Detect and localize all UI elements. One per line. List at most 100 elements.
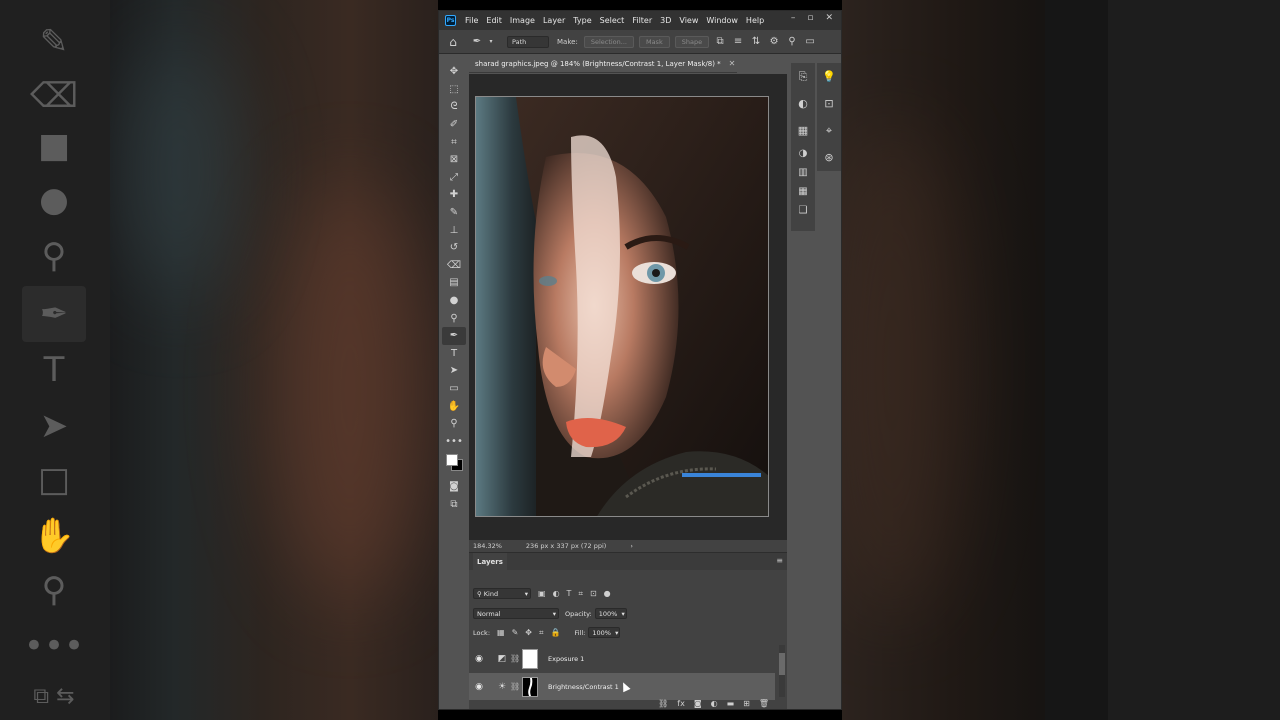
- close-tab-icon[interactable]: ✕: [729, 59, 736, 68]
- adjustment-filter-icon[interactable]: ◐: [553, 589, 560, 598]
- search-icon[interactable]: ⚲: [786, 36, 798, 48]
- menu-view[interactable]: View: [679, 16, 698, 25]
- menu-3d[interactable]: 3D: [660, 16, 671, 25]
- quick-select-icon[interactable]: ✐: [442, 116, 466, 134]
- layer-mask-thumbnail[interactable]: [522, 648, 538, 669]
- zoom-level[interactable]: 184.32%: [473, 542, 502, 550]
- swatches-icon[interactable]: ▦: [791, 117, 815, 144]
- home-icon[interactable]: ⌂: [447, 35, 459, 49]
- type-filter-icon[interactable]: T: [567, 589, 572, 598]
- menu-select[interactable]: Select: [600, 16, 625, 25]
- learn-icon[interactable]: 💡: [817, 63, 841, 90]
- lock-transparency-icon[interactable]: ▦: [497, 628, 505, 637]
- layer-row-exposure[interactable]: ◉ ◩ ⛓ Exposure 1: [469, 645, 775, 672]
- menu-edit[interactable]: Edit: [486, 16, 502, 25]
- pen-tool-preset-icon[interactable]: ✒: [471, 36, 483, 48]
- close-icon[interactable]: ✕: [825, 13, 833, 23]
- path-alignment-icon[interactable]: ≡: [732, 36, 744, 48]
- layer-mask-thumbnail[interactable]: [522, 676, 538, 697]
- adjustments-icon[interactable]: ◑: [791, 144, 815, 163]
- history-icon[interactable]: ⎘: [791, 63, 815, 90]
- menu-type[interactable]: Type: [573, 16, 591, 25]
- link-chain-icon[interactable]: ⛓: [510, 654, 520, 663]
- delete-layer-icon[interactable]: 🗑: [759, 699, 769, 708]
- more-icon[interactable]: •••: [442, 432, 466, 450]
- color-icon[interactable]: ◐: [791, 90, 815, 117]
- lock-position-icon[interactable]: ✥: [525, 628, 532, 637]
- menu-filter[interactable]: Filter: [632, 16, 652, 25]
- properties-icon[interactable]: ⊡: [817, 90, 841, 117]
- menu-file[interactable]: File: [465, 16, 478, 25]
- paths-icon[interactable]: ⌖: [817, 117, 841, 144]
- eraser-icon[interactable]: ⌫: [442, 257, 466, 275]
- opacity-input[interactable]: 100% ▾: [594, 608, 627, 619]
- menu-window[interactable]: Window: [706, 16, 738, 25]
- hand-icon[interactable]: ✋: [442, 397, 466, 415]
- type-icon[interactable]: T: [442, 345, 466, 363]
- dodge-icon[interactable]: ⚲: [442, 309, 466, 327]
- menu-image[interactable]: Image: [510, 16, 535, 25]
- new-adjustment-icon[interactable]: ◐: [711, 699, 718, 708]
- new-layer-icon[interactable]: ⊞: [743, 699, 750, 708]
- document-tab[interactable]: sharad graphics.jpeg @ 184% (Brightness/…: [469, 55, 737, 73]
- layers-scrollbar[interactable]: [779, 645, 785, 697]
- filter-kind-select[interactable]: ⚲ Kind ▾: [473, 588, 531, 599]
- filter-toggle-icon[interactable]: ●: [604, 589, 611, 598]
- add-mask-icon[interactable]: ◙: [694, 699, 702, 708]
- gradient-icon[interactable]: ▤: [442, 274, 466, 292]
- blend-mode-select[interactable]: Normal ▾: [473, 608, 559, 619]
- blur-icon[interactable]: ●: [442, 292, 466, 310]
- zoom-icon[interactable]: ⚲: [442, 415, 466, 433]
- panel-menu-icon[interactable]: ≡: [776, 556, 783, 565]
- document-image[interactable]: [475, 96, 769, 517]
- lock-all-icon[interactable]: 🔒: [551, 628, 561, 637]
- menu-help[interactable]: Help: [746, 16, 764, 25]
- visibility-eye-icon[interactable]: ◉: [469, 654, 489, 664]
- libraries-icon[interactable]: ❑: [791, 201, 815, 220]
- fill-input[interactable]: 100% ▾: [588, 627, 621, 638]
- layers-tab[interactable]: Layers: [473, 553, 507, 570]
- crop-icon[interactable]: ⌗: [442, 133, 466, 151]
- minimize-icon[interactable]: –: [791, 13, 796, 23]
- patterns-icon[interactable]: ▦: [791, 182, 815, 201]
- make-mask-button[interactable]: Mask: [638, 35, 670, 48]
- lock-artboard-icon[interactable]: ⌗: [539, 628, 544, 638]
- path-select-icon[interactable]: ➤: [442, 362, 466, 380]
- gradients-icon[interactable]: ▥: [791, 163, 815, 182]
- path-arrangement-icon[interactable]: ⇅: [750, 36, 762, 48]
- settings-gear-icon[interactable]: ⚙: [768, 36, 780, 48]
- link-layers-icon[interactable]: ⛓: [658, 699, 668, 708]
- rectangle-icon[interactable]: ▭: [442, 380, 466, 398]
- quick-mask-icon[interactable]: ◙: [442, 478, 466, 496]
- smart-object-filter-icon[interactable]: ⊡: [590, 589, 597, 598]
- pen-icon[interactable]: ✒: [442, 326, 466, 345]
- history-brush-icon[interactable]: ↺: [442, 239, 466, 257]
- marquee-icon[interactable]: ⬚: [442, 81, 466, 99]
- new-group-icon[interactable]: ▬: [727, 699, 735, 708]
- link-chain-icon[interactable]: ⛓: [510, 682, 520, 691]
- lock-pixels-icon[interactable]: ✎: [512, 628, 519, 637]
- chevron-right-icon[interactable]: ›: [630, 542, 633, 550]
- frame-icon[interactable]: ⊠: [442, 151, 466, 169]
- healing-icon[interactable]: ✚: [442, 186, 466, 204]
- make-shape-button[interactable]: Shape: [674, 35, 710, 48]
- stamp-icon[interactable]: ⊥: [442, 221, 466, 239]
- menu-layer[interactable]: Layer: [543, 16, 565, 25]
- make-selection-button[interactable]: Selection...: [583, 35, 634, 48]
- foreground-color-swatch[interactable]: [446, 454, 458, 467]
- visibility-eye-icon[interactable]: ◉: [469, 682, 489, 692]
- lasso-icon[interactable]: ᘓ: [442, 98, 466, 116]
- tool-mode-select[interactable]: Path: [507, 35, 549, 48]
- chevron-down-icon[interactable]: ▾: [485, 36, 497, 48]
- maximize-icon[interactable]: ▫: [807, 13, 813, 23]
- eyedropper-icon[interactable]: ⤢: [442, 169, 466, 187]
- brush-icon[interactable]: ✎: [442, 204, 466, 222]
- move-icon[interactable]: ✥: [442, 63, 466, 81]
- color-swatches[interactable]: [442, 450, 466, 478]
- screen-mode-icon[interactable]: ⧉: [442, 496, 466, 514]
- shape-filter-icon[interactable]: ⌗: [578, 589, 583, 599]
- pixel-filter-icon[interactable]: ▣: [538, 589, 546, 598]
- workspace-icon[interactable]: ▭: [804, 36, 816, 48]
- path-operations-icon[interactable]: ⧉: [714, 36, 726, 48]
- fx-icon[interactable]: fx: [677, 699, 685, 708]
